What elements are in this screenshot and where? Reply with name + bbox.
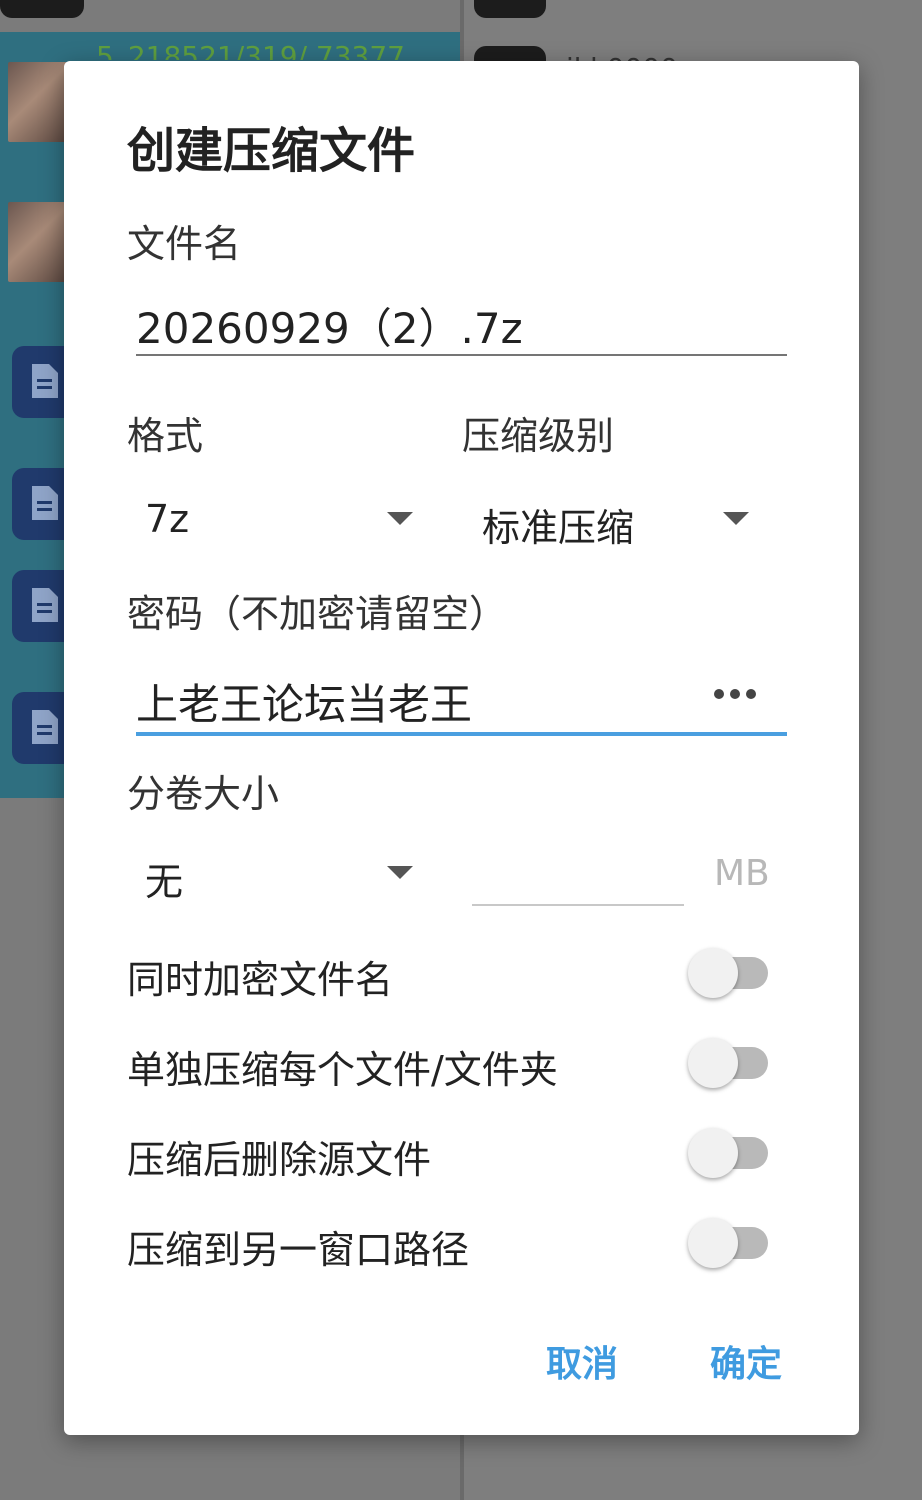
- split-size-dropdown[interactable]: 无: [127, 833, 413, 913]
- split-size-value: 无: [145, 860, 184, 904]
- password-value: 上老王论坛当老王: [136, 680, 473, 729]
- chevron-down-icon: [387, 512, 413, 525]
- split-size-input[interactable]: [472, 833, 684, 905]
- compress-to-other-pane-label: 压缩到另一窗口路径: [127, 1228, 470, 1272]
- right-pane-tab: [474, 0, 546, 18]
- chevron-down-icon: [387, 866, 413, 879]
- format-dropdown[interactable]: 7z: [127, 479, 413, 559]
- toggle-thumb: [688, 1038, 738, 1088]
- password-label: 密码（不加密请留空）: [127, 592, 508, 636]
- toggle-thumb: [688, 948, 738, 998]
- compress-each-separately-toggle[interactable]: [688, 1035, 768, 1091]
- delete-source-toggle[interactable]: [688, 1125, 768, 1181]
- filename-input[interactable]: 20260929（2）.7z: [136, 281, 787, 357]
- delete-source-label: 压缩后删除源文件: [127, 1138, 432, 1182]
- split-unit-label: MB: [714, 853, 770, 894]
- compression-level-value: 标准压缩: [482, 506, 635, 550]
- left-pane-tab: [0, 0, 84, 18]
- screen: 5_218521/319/ 73377 jkl 0000 创建压缩文件 文件名 …: [0, 0, 922, 1500]
- image-thumbnail: [8, 62, 68, 142]
- compress-each-separately-label: 单独压缩每个文件/文件夹: [127, 1048, 558, 1092]
- background-file-name: 5_218521/319/ 73377: [96, 40, 405, 60]
- format-label: 格式: [127, 414, 204, 458]
- dialog-title: 创建压缩文件: [127, 123, 416, 179]
- toggle-thumb: [688, 1128, 738, 1178]
- more-options-icon[interactable]: [712, 687, 758, 701]
- filename-value: 20260929（2）.7z: [136, 304, 523, 353]
- compression-level-dropdown[interactable]: 标准压缩: [464, 479, 749, 559]
- create-archive-dialog: 创建压缩文件 文件名 20260929（2）.7z 格式 压缩级别 7z 标准压…: [64, 61, 859, 1435]
- split-size-underline: [472, 904, 684, 906]
- encrypt-filenames-label: 同时加密文件名: [127, 958, 394, 1002]
- encrypt-filenames-toggle[interactable]: [688, 945, 768, 1001]
- ok-button[interactable]: 确定: [710, 1335, 782, 1387]
- cancel-button[interactable]: 取消: [546, 1335, 618, 1387]
- toggle-thumb: [688, 1218, 738, 1268]
- compress-to-other-pane-toggle[interactable]: [688, 1215, 768, 1271]
- filename-underline: [136, 354, 787, 356]
- chevron-down-icon: [723, 512, 749, 525]
- filename-label: 文件名: [127, 222, 242, 266]
- split-size-label: 分卷大小: [127, 772, 280, 816]
- password-underline: [136, 732, 787, 736]
- compression-level-label: 压缩级别: [462, 414, 615, 458]
- format-value: 7z: [145, 497, 190, 541]
- image-thumbnail: [8, 202, 68, 282]
- password-input[interactable]: 上老王论坛当老王: [136, 657, 706, 733]
